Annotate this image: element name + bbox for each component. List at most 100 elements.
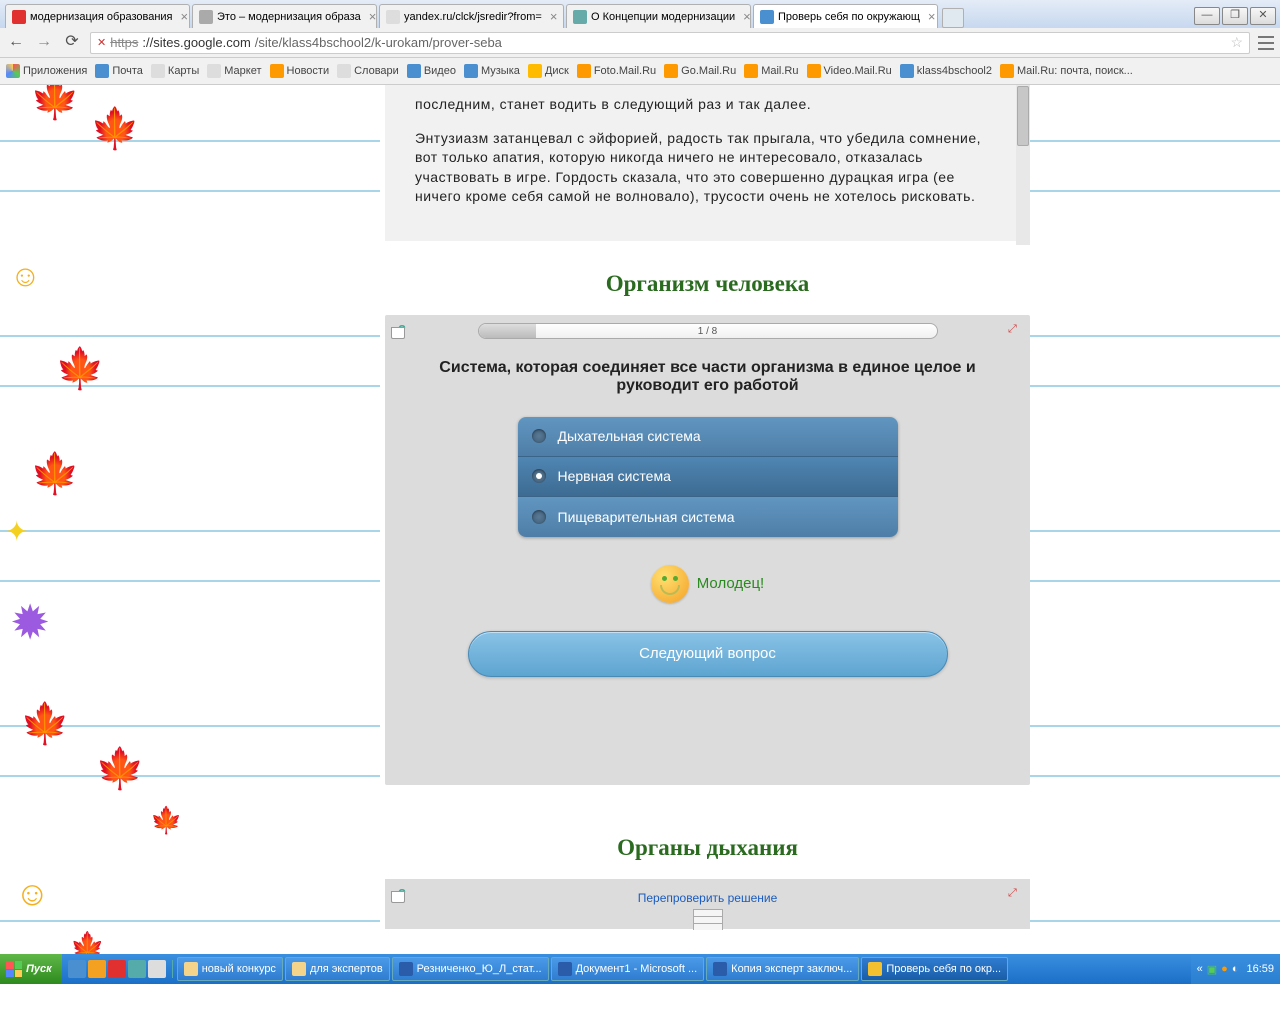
favicon-icon bbox=[760, 10, 774, 24]
task-button[interactable]: новый конкурс bbox=[177, 957, 283, 981]
tray-icon[interactable]: « bbox=[1197, 963, 1203, 975]
task-buttons: новый конкурс для экспертов Резниченко_Ю… bbox=[173, 957, 1191, 981]
task-button[interactable]: Проверь себя по окр... bbox=[861, 957, 1008, 981]
tab-label: модернизация образования bbox=[30, 11, 173, 23]
task-button[interactable]: Копия эксперт заключ... bbox=[706, 957, 859, 981]
forward-button[interactable]: → bbox=[34, 33, 54, 53]
quicklaunch-icon[interactable] bbox=[128, 960, 146, 978]
task-button[interactable]: Резниченко_Ю_Л_стат... bbox=[392, 957, 549, 981]
bookmark-item[interactable]: Диск bbox=[528, 64, 569, 78]
browser-tab-1[interactable]: Это – модернизация образа× bbox=[192, 4, 377, 28]
help-icon[interactable] bbox=[391, 885, 409, 903]
bookmark-icon bbox=[407, 64, 421, 78]
window-maximize-button[interactable]: ❐ bbox=[1222, 7, 1248, 25]
browser-tab-3[interactable]: О Концепции модернизации × bbox=[566, 4, 751, 28]
clock[interactable]: 16:59 bbox=[1242, 963, 1274, 975]
scrollbar-vertical[interactable] bbox=[1016, 85, 1030, 245]
quiz-question: Система, которая соединяет все части орг… bbox=[393, 359, 1022, 417]
browser-tab-2[interactable]: yandex.ru/clck/jsredir?from=× bbox=[379, 4, 564, 28]
bookmark-item[interactable]: Карты bbox=[151, 64, 199, 78]
bookmark-item[interactable]: klass4bschool2 bbox=[900, 64, 992, 78]
start-button[interactable]: Пуск bbox=[0, 954, 62, 984]
url-scheme: https bbox=[110, 35, 138, 50]
bookmark-icon bbox=[95, 64, 109, 78]
favicon-icon bbox=[199, 10, 213, 24]
close-icon[interactable]: × bbox=[550, 9, 558, 24]
bookmark-item[interactable]: Видео bbox=[407, 64, 456, 78]
bookmark-item[interactable]: Почта bbox=[95, 64, 143, 78]
quiz-option-2[interactable]: Пищеварительная система bbox=[518, 497, 898, 537]
fullscreen-icon[interactable]: ⤢ bbox=[1008, 323, 1022, 337]
tray-icon[interactable]: ● bbox=[1221, 963, 1228, 975]
bookmark-item[interactable]: Mail.Ru: почта, поиск... bbox=[1000, 64, 1133, 78]
smiley-icon bbox=[651, 565, 689, 603]
quicklaunch-icon[interactable] bbox=[88, 960, 106, 978]
close-icon[interactable]: × bbox=[928, 9, 936, 24]
bookmark-item[interactable]: Video.Mail.Ru bbox=[807, 64, 892, 78]
task-button[interactable]: Документ1 - Microsoft ... bbox=[551, 957, 705, 981]
task-button[interactable]: для экспертов bbox=[285, 957, 390, 981]
quicklaunch-icon[interactable] bbox=[108, 960, 126, 978]
bookmark-item[interactable]: Словари bbox=[337, 64, 399, 78]
bookmark-icon bbox=[528, 64, 542, 78]
tab-label: О Концепции модернизации bbox=[591, 11, 735, 23]
folder-icon bbox=[184, 962, 198, 976]
story-paragraph: последним, станет водить в следующий раз… bbox=[415, 95, 1000, 115]
radio-icon bbox=[532, 469, 546, 483]
section-title-organism: Организм человека bbox=[385, 271, 1030, 297]
address-bar: ← → ⟳ ✕ https ://sites.google.com/site/k… bbox=[0, 28, 1280, 58]
fullscreen-icon[interactable]: ⤢ bbox=[1008, 887, 1022, 901]
quicklaunch-icon[interactable] bbox=[68, 960, 86, 978]
browser-tab-4[interactable]: Проверь себя по окружающ× bbox=[753, 4, 938, 28]
bookmark-icon bbox=[464, 64, 478, 78]
tray-icon[interactable]: ▣ bbox=[1207, 963, 1217, 976]
close-icon[interactable]: × bbox=[369, 9, 377, 24]
folder-icon bbox=[292, 962, 306, 976]
quicklaunch-icon[interactable] bbox=[148, 960, 166, 978]
bookmark-item[interactable]: Музыка bbox=[464, 64, 520, 78]
option-label: Дыхательная система bbox=[558, 428, 701, 444]
quiz-option-0[interactable]: Дыхательная система bbox=[518, 417, 898, 457]
bookmark-item[interactable]: Go.Mail.Ru bbox=[664, 64, 736, 78]
favicon-icon bbox=[12, 10, 26, 24]
close-icon[interactable]: × bbox=[743, 9, 751, 24]
quiz-option-1[interactable]: Нервная система bbox=[518, 457, 898, 497]
bookmark-item[interactable]: Foto.Mail.Ru bbox=[577, 64, 656, 78]
main-content: последним, станет водить в следующий раз… bbox=[385, 85, 1030, 929]
story-paragraph: Энтузиазм затанцевал с эйфорией, радость… bbox=[415, 129, 1000, 207]
reload-button[interactable]: ⟳ bbox=[62, 33, 82, 53]
start-label: Пуск bbox=[26, 963, 52, 975]
window-minimize-button[interactable]: — bbox=[1194, 7, 1220, 25]
quiz-progress-bar: 1 / 8 bbox=[478, 323, 938, 339]
bookmark-star-icon[interactable]: ☆ bbox=[1230, 34, 1243, 51]
tray-icon[interactable]: ◐ bbox=[1232, 963, 1239, 975]
section-title-breathing: Органы дыхания bbox=[385, 835, 1030, 861]
bookmark-apps[interactable]: Приложения bbox=[6, 64, 87, 78]
url-input[interactable]: ✕ https ://sites.google.com/site/klass4b… bbox=[90, 32, 1250, 54]
apps-icon bbox=[6, 64, 20, 78]
scrollbar-thumb[interactable] bbox=[1017, 86, 1029, 146]
recheck-link[interactable]: Перепроверить решение bbox=[393, 887, 1022, 905]
browser-tab-0[interactable]: модернизация образования × bbox=[5, 4, 190, 28]
word-icon bbox=[558, 962, 572, 976]
help-icon[interactable] bbox=[391, 321, 409, 339]
chrome-icon bbox=[868, 962, 882, 976]
system-tray[interactable]: « ▣ ● ◐ 16:59 bbox=[1191, 954, 1280, 984]
bookmark-item[interactable]: Mail.Ru bbox=[744, 64, 798, 78]
window-close-button[interactable]: ✕ bbox=[1250, 7, 1276, 25]
back-button[interactable]: ← bbox=[6, 33, 26, 53]
next-question-button[interactable]: Следующий вопрос bbox=[468, 631, 948, 677]
url-path: /site/klass4bschool2/k-urokam/prover-seb… bbox=[255, 35, 502, 50]
page-viewport: 🍁 🍁 ☺ 🍁 🍁 ✦ ✹ 🍁 🍁 🍁 ☺ 🍁 последним, стане… bbox=[0, 85, 1280, 954]
close-icon[interactable]: × bbox=[181, 9, 189, 24]
bookmark-icon bbox=[270, 64, 284, 78]
favicon-icon bbox=[386, 10, 400, 24]
bookmark-item[interactable]: Новости bbox=[270, 64, 330, 78]
bookmark-item[interactable]: Маркет bbox=[207, 64, 261, 78]
bookmark-icon bbox=[807, 64, 821, 78]
new-tab-button[interactable] bbox=[942, 8, 964, 28]
radio-icon bbox=[532, 429, 546, 443]
menu-icon[interactable] bbox=[1258, 36, 1274, 50]
bookmark-icon bbox=[744, 64, 758, 78]
browser-titlebar: модернизация образования × Это – модерниз… bbox=[0, 0, 1280, 28]
